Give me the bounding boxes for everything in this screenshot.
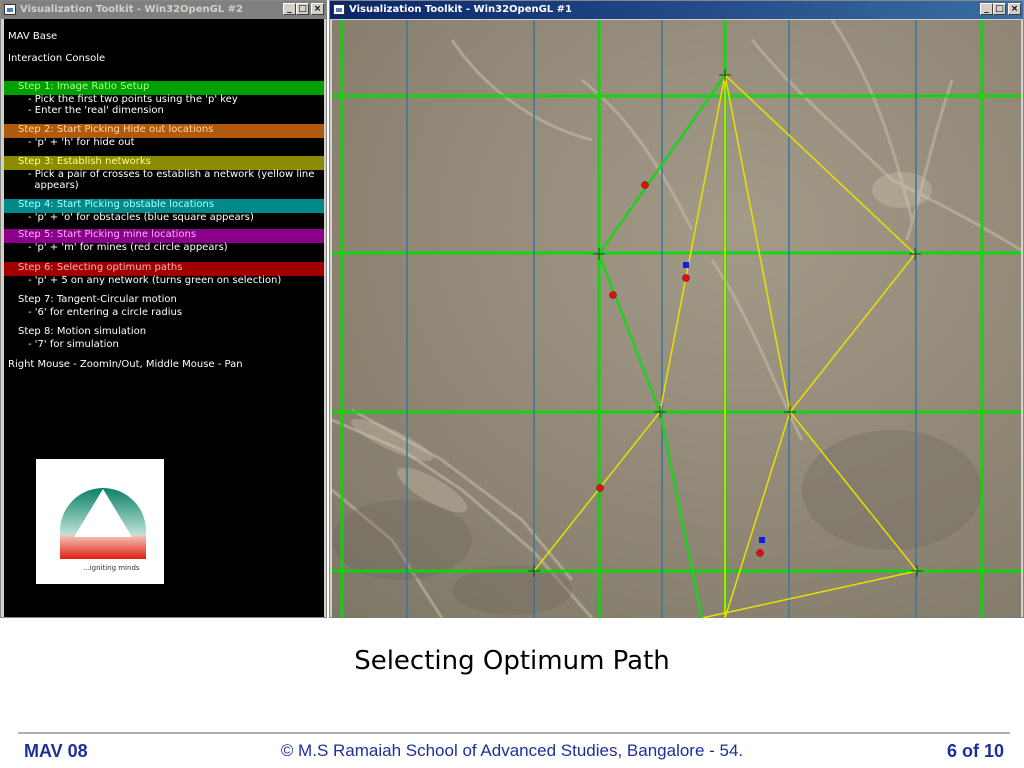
minimize-button[interactable]: _ bbox=[283, 3, 296, 15]
console-window[interactable]: Visualization Toolkit - Win32OpenGL #2 _… bbox=[0, 0, 327, 618]
maximize-button[interactable]: □ bbox=[296, 3, 309, 15]
slide-title: Selecting Optimum Path bbox=[354, 646, 670, 676]
step-block: Step 2: Start Picking Hide out locations… bbox=[4, 124, 324, 149]
step-instruction: - 'p' + 5 on any network (turns green on… bbox=[28, 275, 282, 286]
step-title: Step 5: Start Picking mine locations bbox=[4, 229, 324, 243]
footer-copyright: © M.S Ramaiah School of Advanced Studies… bbox=[280, 741, 744, 760]
step-title: Step 3: Establish networks bbox=[4, 156, 324, 170]
mine-marker bbox=[682, 274, 690, 282]
step-title: Step 6: Selecting optimum paths bbox=[4, 262, 324, 276]
maximize-button[interactable]: □ bbox=[993, 3, 1006, 15]
step-instruction: - Pick the first two points using the 'p… bbox=[28, 94, 238, 105]
step-block: Step 5: Start Picking mine locations - 'p… bbox=[4, 229, 324, 254]
step-instruction: - 'p' + 'm' for mines (red circle appear… bbox=[28, 242, 228, 253]
step-title: Step 7: Tangent-Circular motion bbox=[4, 294, 324, 308]
institute-logo: ...igniting minds bbox=[36, 459, 164, 584]
console-titlebar[interactable]: Visualization Toolkit - Win32OpenGL #2 _… bbox=[1, 1, 326, 19]
step-title: Step 1: Image Ratio Setup bbox=[4, 81, 324, 95]
close-button[interactable]: × bbox=[1008, 3, 1021, 15]
step-block: Step 1: Image Ratio Setup - Pick the firs… bbox=[4, 81, 324, 116]
mine-marker bbox=[641, 181, 649, 189]
step-title: Step 8: Motion simulation bbox=[4, 326, 324, 340]
footer-page-number: 6 of 10 bbox=[946, 741, 1004, 761]
step-block: Step 7: Tangent-Circular motion - '6' for… bbox=[4, 294, 324, 319]
console-header-interaction: Interaction Console bbox=[8, 53, 106, 64]
step-instruction: - Enter the 'real' dimension bbox=[28, 104, 164, 116]
console-window-title: Visualization Toolkit - Win32OpenGL #2 bbox=[20, 4, 243, 15]
step-instruction: - '6' for entering a circle radius bbox=[28, 307, 183, 318]
step-title: Step 4: Start Picking obstable locations bbox=[4, 199, 324, 213]
map-window[interactable]: Visualization Toolkit - Win32OpenGL #1 _… bbox=[329, 0, 1024, 618]
step-instruction: appears) bbox=[28, 179, 79, 191]
map-window-title: Visualization Toolkit - Win32OpenGL #1 bbox=[349, 4, 572, 15]
window-app-icon bbox=[333, 4, 345, 15]
mouse-hint: Right Mouse - ZoomIn/Out, Middle Mouse -… bbox=[8, 359, 243, 370]
close-button[interactable]: × bbox=[311, 3, 324, 15]
window-app-icon bbox=[4, 4, 16, 15]
interaction-console-panel[interactable]: MAV Base Interaction Console Step 1: Ima… bbox=[4, 19, 324, 617]
obstacle-marker bbox=[759, 537, 765, 543]
step-instruction: - 'p' + 'h' for hide out bbox=[28, 137, 135, 148]
obstacle-marker bbox=[683, 262, 689, 268]
step-instruction: - '7' for simulation bbox=[28, 339, 119, 350]
step-title: Step 2: Start Picking Hide out locations bbox=[4, 124, 324, 138]
step-instruction: - Pick a pair of crosses to establish a … bbox=[28, 169, 315, 180]
step-block: Step 4: Start Picking obstable locations… bbox=[4, 199, 324, 224]
mine-marker bbox=[596, 484, 604, 492]
mine-marker bbox=[609, 291, 617, 299]
console-header-mav-base: MAV Base bbox=[8, 31, 58, 42]
mine-marker bbox=[756, 549, 764, 557]
satellite-map-view[interactable] bbox=[332, 20, 1021, 618]
step-block: Step 3: Establish networks - Pick a pair … bbox=[4, 156, 324, 191]
step-instruction: - 'p' + 'o' for obstacles (blue square a… bbox=[28, 212, 254, 223]
footer-divider bbox=[18, 732, 1010, 734]
minimize-button[interactable]: _ bbox=[980, 3, 993, 15]
step-block: Step 8: Motion simulation - '7' for simul… bbox=[4, 326, 324, 351]
logo-caption: ...igniting minds bbox=[83, 564, 140, 572]
map-titlebar[interactable]: Visualization Toolkit - Win32OpenGL #1 _… bbox=[330, 1, 1023, 19]
step-block: Step 6: Selecting optimum paths - 'p' + 5… bbox=[4, 262, 324, 287]
